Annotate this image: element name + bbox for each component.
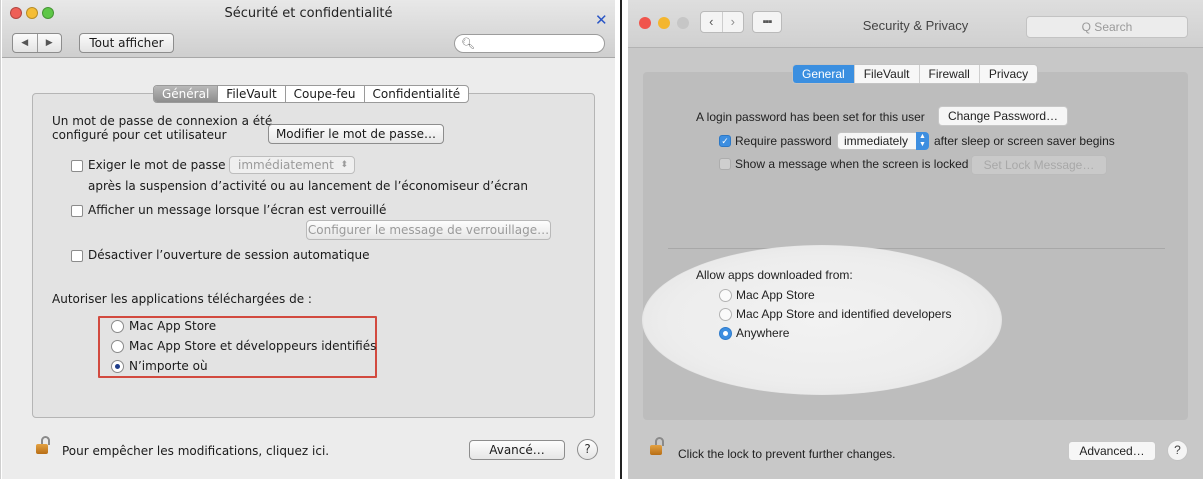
- require-password-delay-value: immédiatement: [238, 158, 334, 172]
- disable-auto-login-label: Désactiver l’ouverture de session automa…: [88, 248, 370, 262]
- lock-icon[interactable]: [650, 437, 664, 455]
- advanced-button[interactable]: Avancé…: [469, 440, 565, 460]
- chevron-updown-icon: ⬍: [340, 160, 348, 170]
- section-separator: [668, 248, 1165, 249]
- password-set-text: A login password has been set for this u…: [696, 110, 925, 124]
- tab-privacy[interactable]: Confidentialité: [365, 86, 469, 102]
- close-icon[interactable]: ✕: [595, 11, 608, 29]
- option-identified-developers: Mac App Store et développeurs identifiés: [129, 339, 377, 353]
- window-title: Sécurité et confidentialité: [224, 6, 393, 21]
- tab-bar: General FileVault Firewall Privacy: [792, 64, 1039, 84]
- forward-button[interactable]: ▶: [38, 34, 62, 52]
- advanced-button[interactable]: Advanced…: [1068, 441, 1156, 461]
- show-message-checkbox[interactable]: [719, 158, 731, 170]
- search-icon: 🔍︎: [461, 37, 475, 50]
- tab-bar: Général FileVault Coupe-feu Confidential…: [153, 85, 470, 103]
- help-button[interactable]: ?: [1167, 440, 1188, 461]
- show-message-checkbox[interactable]: [71, 205, 83, 217]
- help-button[interactable]: ?: [577, 439, 598, 460]
- tab-filevault[interactable]: FileVault: [218, 86, 286, 102]
- change-password-button[interactable]: Change Password…: [938, 106, 1068, 126]
- stepper-arrows-icon: ▲ ▼: [916, 132, 929, 150]
- disable-auto-login-checkbox[interactable]: [71, 250, 83, 262]
- option-identified-developers: Mac App Store and identified developers: [736, 307, 952, 321]
- back-forward-buttons: ◀ ▶: [12, 33, 62, 53]
- tab-firewall[interactable]: Firewall: [920, 65, 980, 83]
- set-lock-message-button[interactable]: Configurer le message de verrouillage…: [306, 220, 551, 240]
- show-message-label: Show a message when the screen is locked: [735, 157, 969, 171]
- require-password-checkbox[interactable]: [71, 160, 83, 172]
- option-anywhere: N’importe où: [129, 359, 208, 373]
- set-lock-message-button[interactable]: Set Lock Message…: [971, 155, 1107, 175]
- require-password-suffix: après la suspension d’activité ou au lan…: [88, 179, 528, 193]
- tab-firewall[interactable]: Coupe-feu: [286, 86, 365, 102]
- allow-apps-heading: Autoriser les applications téléchargées …: [52, 292, 312, 306]
- change-password-button[interactable]: Modifier le mot de passe…: [268, 124, 444, 144]
- option-mac-app-store: Mac App Store: [129, 319, 217, 333]
- show-message-label: Afficher un message lorsque l’écran est …: [88, 203, 387, 217]
- search-field[interactable]: 🔍︎: [454, 34, 605, 53]
- require-password-label: Exiger le mot de passe: [88, 158, 226, 172]
- radio-identified-developers[interactable]: [111, 340, 124, 353]
- require-password-delay-select[interactable]: immediately ▲ ▼: [837, 132, 929, 150]
- security-window-french: Sécurité et confidentialité ◀ ▶ Tout aff…: [2, 0, 615, 479]
- security-window-english: ‹ › ▪▪▪ Security & Privacy Q Search Gene…: [628, 0, 1203, 479]
- option-anywhere: Anywhere: [736, 326, 790, 340]
- tab-privacy[interactable]: Privacy: [980, 65, 1037, 83]
- search-field[interactable]: Q Search: [1026, 16, 1188, 38]
- title-bar: Sécurité et confidentialité ◀ ▶ Tout aff…: [2, 0, 615, 58]
- option-mac-app-store: Mac App Store: [736, 288, 815, 302]
- show-all-button[interactable]: Tout afficher: [79, 33, 174, 53]
- require-password-label: Require password: [735, 134, 832, 148]
- title-bar: ‹ › ▪▪▪ Security & Privacy Q Search: [628, 0, 1203, 48]
- tab-general[interactable]: General: [793, 65, 855, 83]
- tab-general[interactable]: Général: [154, 86, 219, 102]
- lock-icon[interactable]: [36, 436, 50, 454]
- require-password-delay-select[interactable]: immédiatement ⬍: [229, 156, 355, 174]
- require-password-checkbox[interactable]: ✓: [719, 135, 731, 147]
- divider: [620, 0, 622, 479]
- radio-anywhere[interactable]: [111, 360, 124, 373]
- radio-mac-app-store[interactable]: [111, 320, 124, 333]
- radio-identified-developers[interactable]: [719, 308, 732, 321]
- require-password-suffix: after sleep or screen saver begins: [934, 134, 1115, 148]
- back-button[interactable]: ◀: [13, 34, 38, 52]
- screenshot-edge: [0, 0, 1, 479]
- allow-apps-heading: Allow apps downloaded from:: [696, 268, 853, 282]
- password-set-text-2: configuré pour cet utilisateur: [52, 128, 227, 142]
- require-password-delay-value: immediately: [844, 134, 909, 148]
- password-set-text: Un mot de passe de connexion a été: [52, 114, 273, 128]
- lock-text: Pour empêcher les modifications, cliquez…: [62, 444, 330, 458]
- lock-text: Click the lock to prevent further change…: [678, 447, 896, 461]
- radio-mac-app-store[interactable]: [719, 289, 732, 302]
- tab-filevault[interactable]: FileVault: [855, 65, 920, 83]
- radio-anywhere[interactable]: [719, 327, 732, 340]
